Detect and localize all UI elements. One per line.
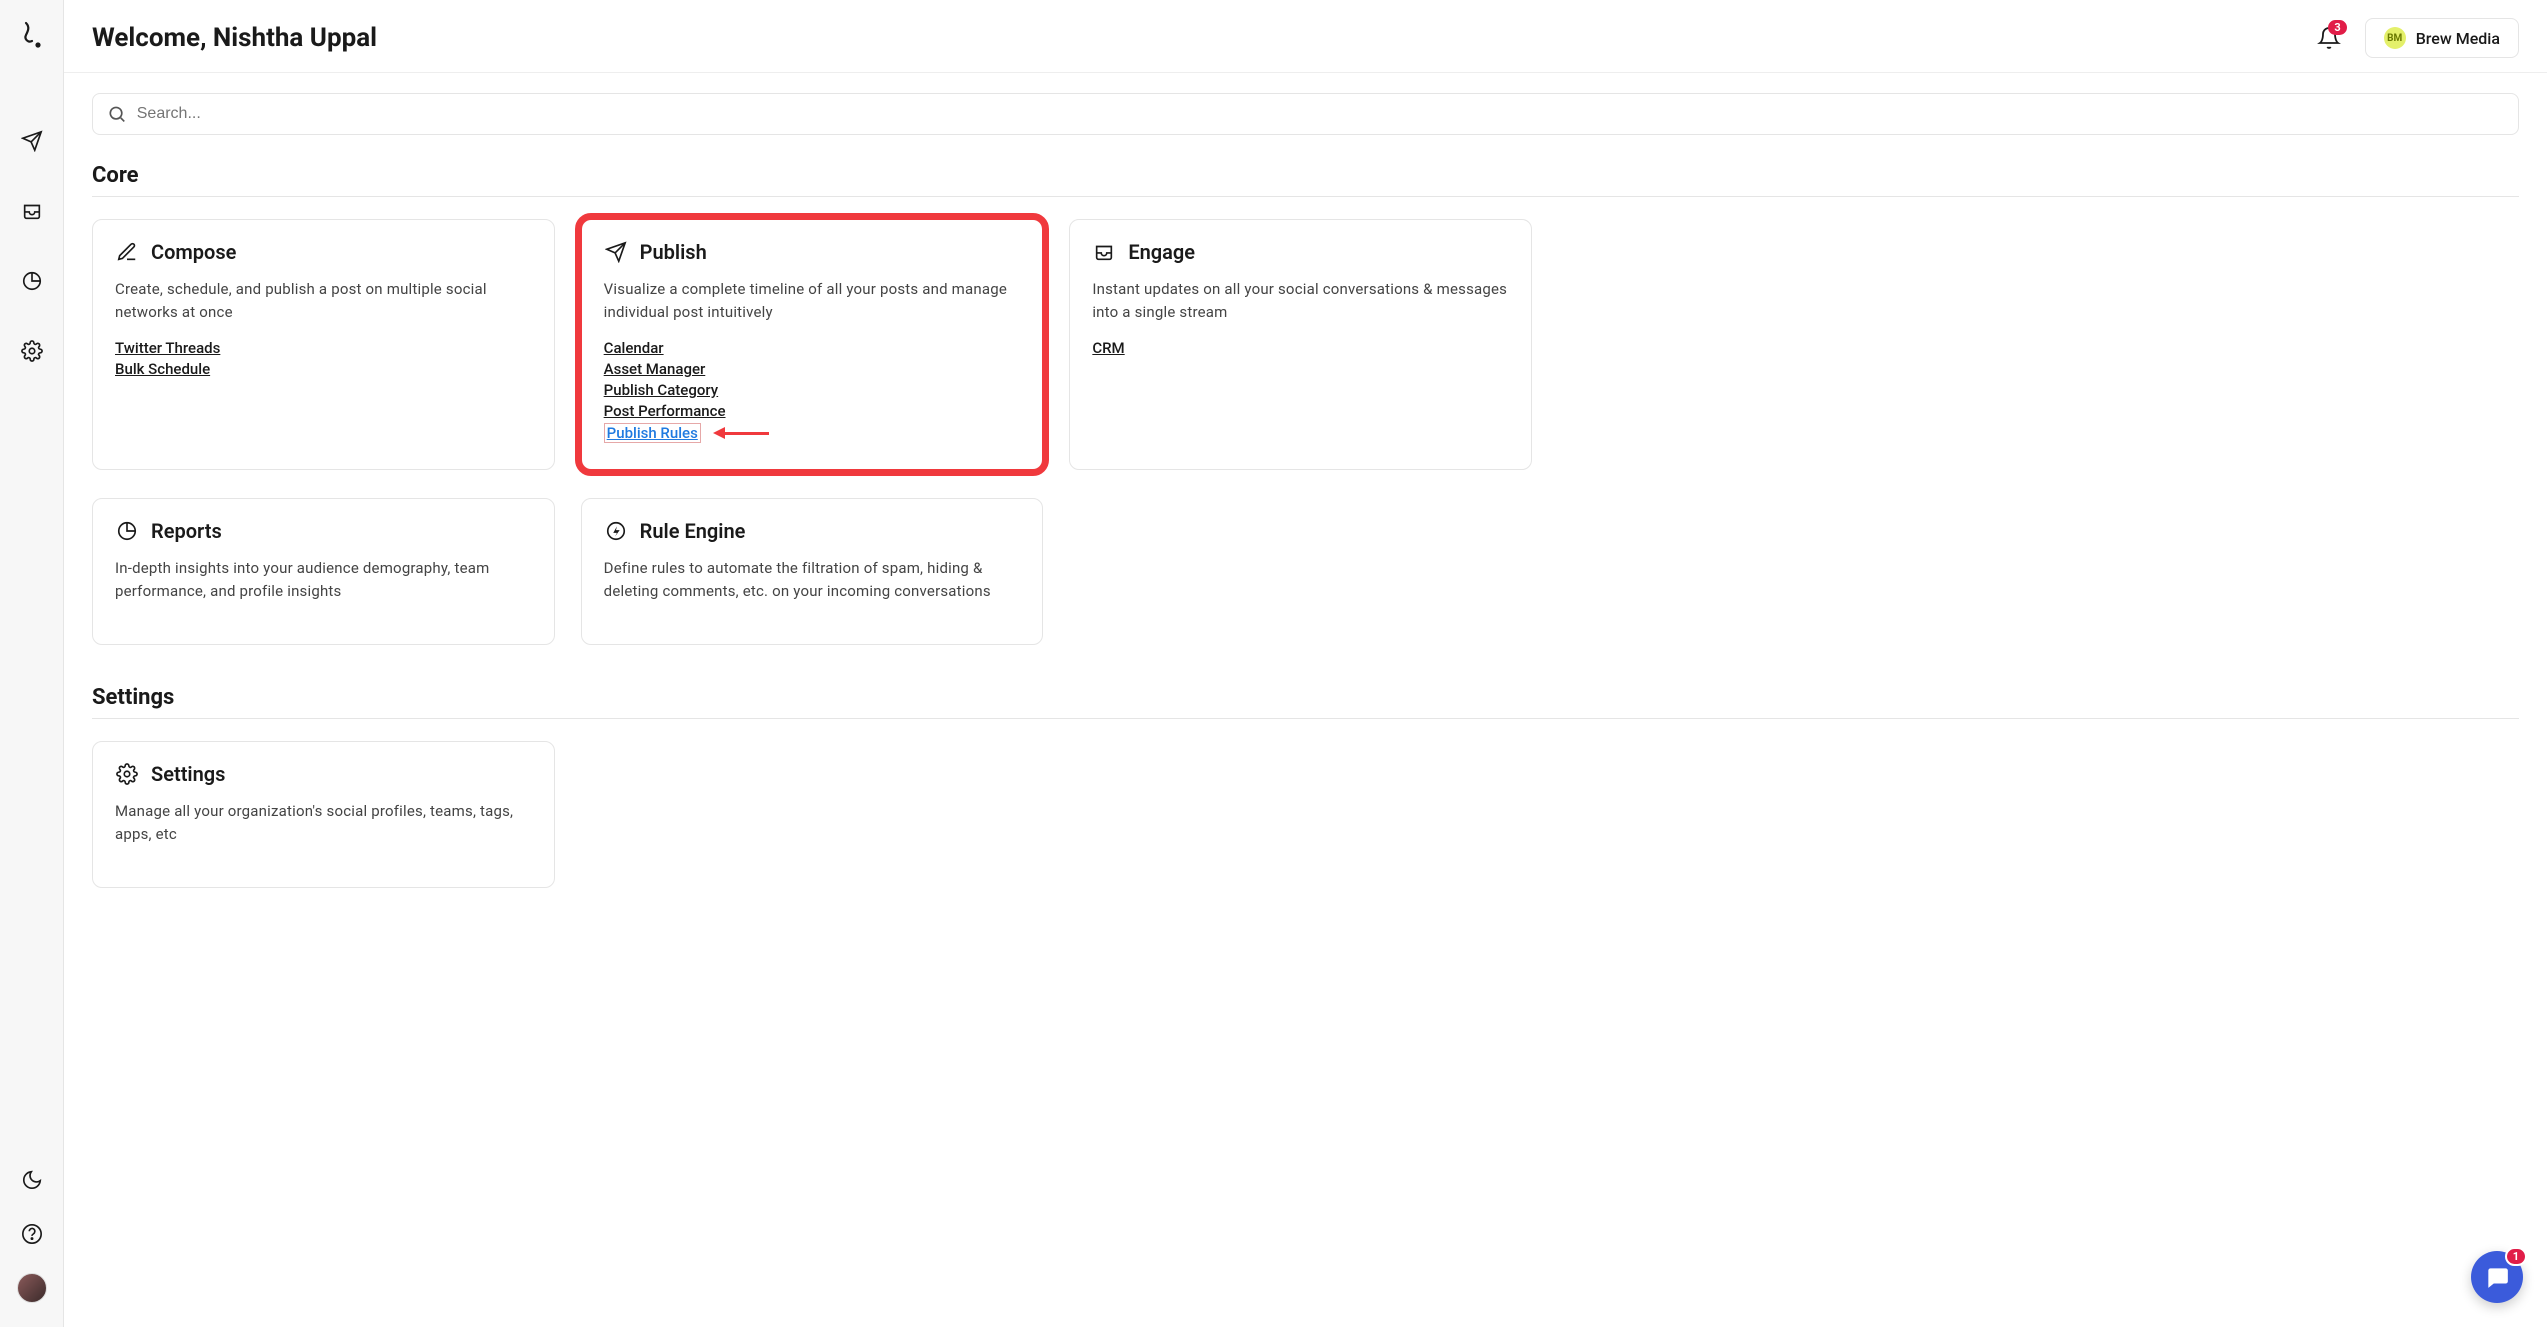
settings-section-title: Settings: [92, 685, 2519, 710]
card-title: Settings: [151, 762, 225, 786]
settings-card[interactable]: Settings Manage all your organization's …: [92, 741, 555, 888]
intercom-launcher[interactable]: 1: [2471, 1251, 2523, 1303]
notifications-button[interactable]: 3: [2317, 26, 2341, 50]
card-title: Reports: [151, 519, 222, 543]
engage-icon: [1092, 240, 1116, 264]
card-desc: Manage all your organization's social pr…: [115, 800, 532, 845]
card-desc: Define rules to automate the filtration …: [604, 557, 1021, 602]
compose-link-twitter-threads[interactable]: Twitter Threads: [115, 339, 532, 357]
compose-link-bulk-schedule[interactable]: Bulk Schedule: [115, 360, 532, 378]
help-icon[interactable]: [17, 1219, 47, 1249]
org-switcher-button[interactable]: BM Brew Media: [2365, 18, 2519, 58]
compose-card[interactable]: Compose Create, schedule, and publish a …: [92, 219, 555, 470]
publish-nav-icon[interactable]: [17, 126, 47, 156]
settings-nav-icon[interactable]: [17, 336, 47, 366]
publish-link-publish-category[interactable]: Publish Category: [604, 381, 1021, 399]
compose-icon: [115, 240, 139, 264]
inbox-nav-icon[interactable]: [17, 196, 47, 226]
rule-engine-icon: [604, 519, 628, 543]
card-desc: Instant updates on all your social conve…: [1092, 278, 1509, 323]
page-header: Welcome, Nishtha Uppal 3 BM Brew Media: [64, 0, 2547, 73]
user-avatar[interactable]: [17, 1273, 47, 1303]
publish-icon: [604, 240, 628, 264]
publish-link-post-performance[interactable]: Post Performance: [604, 402, 1021, 420]
publish-link-calendar[interactable]: Calendar: [604, 339, 1021, 357]
publish-link-publish-rules[interactable]: Publish Rules: [604, 423, 701, 443]
publish-link-asset-manager[interactable]: Asset Manager: [604, 360, 1021, 378]
dark-mode-icon[interactable]: [17, 1165, 47, 1195]
reports-icon: [115, 519, 139, 543]
card-desc: Create, schedule, and publish a post on …: [115, 278, 532, 323]
settings-icon: [115, 762, 139, 786]
card-title: Compose: [151, 240, 236, 264]
divider: [92, 196, 2519, 197]
welcome-title: Welcome, Nishtha Uppal: [92, 23, 377, 53]
org-name-label: Brew Media: [2416, 29, 2500, 48]
search-icon: [107, 104, 127, 124]
org-initials-badge: BM: [2384, 27, 2406, 49]
annotation-arrow: [713, 427, 769, 439]
card-desc: Visualize a complete timeline of all you…: [604, 278, 1021, 323]
publish-card[interactable]: Publish Visualize a complete timeline of…: [581, 219, 1044, 470]
card-desc: In-depth insights into your audience dem…: [115, 557, 532, 602]
card-title: Engage: [1128, 240, 1195, 264]
reports-nav-icon[interactable]: [17, 266, 47, 296]
core-section-title: Core: [92, 163, 2519, 188]
left-sidebar: [0, 0, 64, 1327]
engage-link-crm[interactable]: CRM: [1092, 339, 1509, 357]
card-title: Rule Engine: [640, 519, 746, 543]
notification-count-badge: 3: [2328, 20, 2346, 35]
engage-card[interactable]: Engage Instant updates on all your socia…: [1069, 219, 1532, 470]
reports-card[interactable]: Reports In-depth insights into your audi…: [92, 498, 555, 645]
divider: [92, 718, 2519, 719]
search-bar[interactable]: [92, 93, 2519, 135]
chat-icon: [2484, 1264, 2510, 1290]
app-logo[interactable]: [17, 20, 47, 50]
intercom-badge: 1: [2505, 1247, 2527, 1266]
card-title: Publish: [640, 240, 707, 264]
search-input[interactable]: [137, 105, 2504, 123]
rule-engine-card[interactable]: Rule Engine Define rules to automate the…: [581, 498, 1044, 645]
